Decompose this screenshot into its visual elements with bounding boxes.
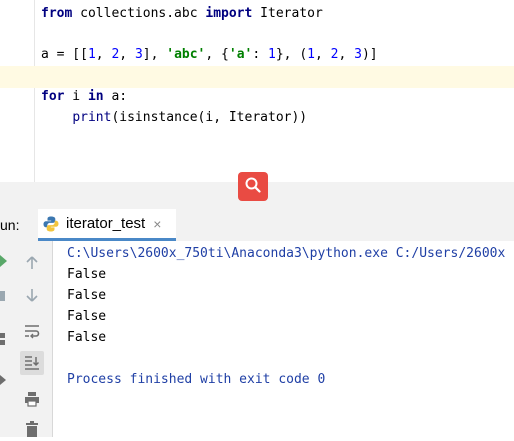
print-icon[interactable] (20, 387, 44, 411)
down-arrow-icon[interactable] (20, 283, 44, 307)
search-icon (244, 176, 262, 198)
keyword: from (41, 6, 73, 21)
number: 3 (134, 47, 143, 62)
keyword: import (205, 6, 253, 21)
code-text: , (314, 47, 331, 62)
code-text: , (119, 47, 135, 62)
code-editor[interactable]: from collections.abc import Iterator a =… (0, 0, 514, 182)
trash-icon[interactable] (20, 417, 44, 441)
code-text: , (95, 47, 112, 62)
run-command-line: C:\Users\2600x_750ti\Anaconda3\python.ex… (67, 246, 506, 261)
scroll-to-end-icon[interactable] (20, 351, 44, 375)
code-text: i (64, 89, 88, 104)
search-button[interactable] (238, 172, 268, 201)
output-line: False (67, 267, 107, 282)
up-arrow-icon[interactable] (20, 251, 44, 275)
code-line-2[interactable]: a = [[1, 2, 3], 'abc', {'a': 1}, (1, 2, … (41, 45, 378, 65)
code-text: )] (361, 47, 378, 62)
code-line-3[interactable]: for i in a: (41, 87, 127, 107)
output-line: False (67, 309, 107, 324)
code-text: }, ( (275, 47, 308, 62)
code-text: , (338, 47, 355, 62)
close-icon[interactable]: × (153, 216, 161, 232)
builtin-function: print (72, 110, 112, 125)
code-text: , { (205, 47, 229, 62)
code-line-1[interactable]: from collections.abc import Iterator (41, 4, 323, 24)
output-line: False (67, 330, 107, 345)
code-line-4[interactable]: print(isinstance(i, Iterator)) (41, 108, 307, 128)
console-output[interactable]: C:\Users\2600x_750ti\Anaconda3\python.ex… (53, 241, 514, 437)
side-strip-icons (0, 255, 7, 385)
run-label: un: (0, 217, 20, 233)
import-name: Iterator (252, 6, 323, 21)
code-text: : (252, 47, 269, 62)
run-tab-bar: un: iterator_test × (0, 209, 514, 242)
module-name: collections.abc (72, 6, 206, 21)
code-text: (isinstance(i, Iterator)) (111, 110, 308, 125)
soft-wrap-icon[interactable] (20, 319, 44, 343)
number: 1 (87, 47, 96, 62)
number: 3 (354, 47, 362, 62)
code-text: a: (103, 89, 128, 104)
keyword: for (41, 89, 65, 104)
code-text: ], (142, 47, 167, 62)
string-literal: 'abc' (166, 47, 206, 62)
string-literal: 'a' (228, 47, 253, 62)
output-line: False (67, 288, 107, 303)
tab-title: iterator_test (66, 215, 146, 232)
exit-message: Process finished with exit code 0 (67, 372, 326, 387)
number: 1 (307, 47, 315, 62)
keyword: in (87, 89, 104, 104)
number: 1 (268, 47, 276, 62)
code-text: a = [[ (41, 47, 88, 62)
tab-iterator-test[interactable]: iterator_test × (38, 209, 176, 241)
current-line-highlight (0, 66, 514, 88)
python-icon (42, 215, 60, 233)
editor-gutter (0, 0, 35, 182)
run-toolbar (12, 241, 53, 437)
